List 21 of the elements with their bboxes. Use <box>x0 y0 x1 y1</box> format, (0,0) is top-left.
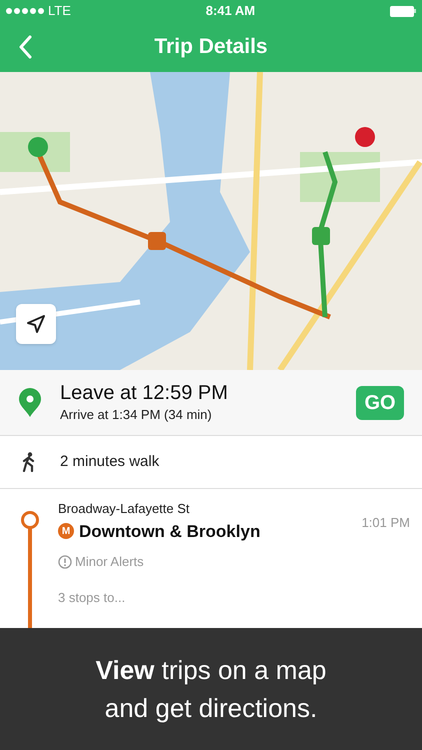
signal-icon <box>6 8 44 14</box>
pin-icon <box>18 388 42 418</box>
walk-duration: 2 minutes walk <box>60 452 160 472</box>
locate-button[interactable] <box>16 304 56 344</box>
go-button[interactable]: GO <box>356 386 404 420</box>
direction-label: Downtown & Brooklyn <box>79 520 260 542</box>
stops-link[interactable]: 3 stops to... <box>58 588 362 607</box>
clock: 8:41 AM <box>206 2 256 20</box>
carrier-label: LTE <box>48 2 71 20</box>
alert-icon <box>58 554 72 569</box>
alert-link[interactable]: Minor Alerts <box>75 552 144 572</box>
screen-title: Trip Details <box>154 34 268 60</box>
battery-icon <box>390 6 416 16</box>
departure-time: 1:01 PM <box>362 514 410 532</box>
walking-person-icon <box>22 452 36 472</box>
leave-time: Leave at 12:59 PM <box>60 380 229 405</box>
station-name: Broadway-Lafayette St <box>58 500 191 518</box>
arrive-time: Arrive at 1:34 PM (34 min) <box>60 406 213 424</box>
arrow-icon <box>26 314 46 334</box>
line-badge: M <box>58 523 74 540</box>
caption-text: View trips on a map and get directions. <box>96 654 326 725</box>
